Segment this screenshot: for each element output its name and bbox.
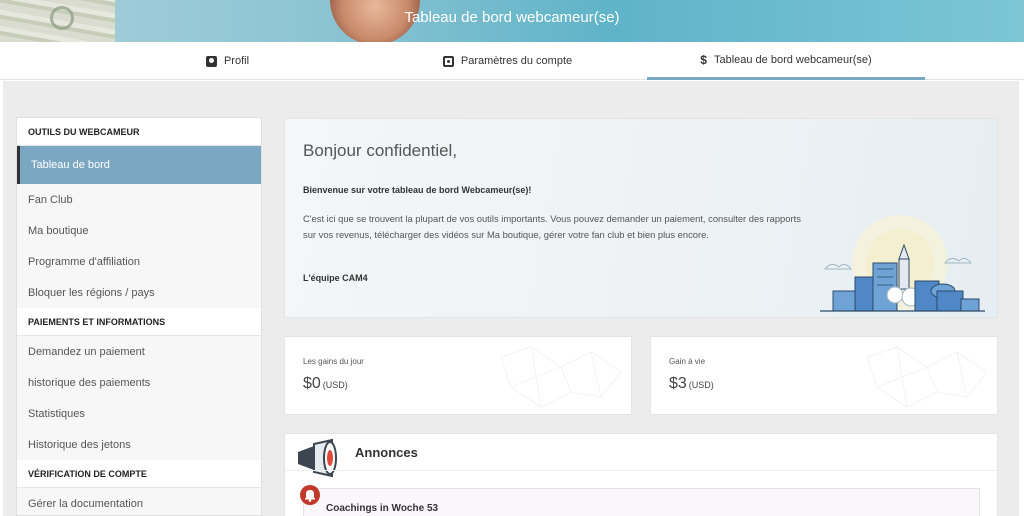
megaphone-icon (298, 438, 337, 478)
announcement-item[interactable]: Coachings in Woche 53 (303, 488, 980, 516)
lifetime-earnings-label: Gain à vie (669, 357, 706, 366)
sidebar-item-documentation[interactable]: Gérer la documentation (17, 488, 261, 516)
welcome-body: C'est ici que se trouvent la plupart de … (303, 213, 801, 240)
tab-profile[interactable]: Profil (110, 42, 345, 80)
announcements-panel: Annonces Coachings in Woche 53 (284, 433, 998, 516)
sidebar-heading-payments: PAIEMENTS ET INFORMATIONS (17, 308, 261, 336)
bell-icon (300, 485, 320, 505)
sidebar-item-fan-club[interactable]: Fan Club (17, 184, 261, 215)
daily-earnings-card: Les gains du jour $0 (USD) (284, 336, 632, 415)
dollar-icon: $ (700, 52, 707, 67)
sidebar-item-block-regions[interactable]: Bloquer les régions / pays (17, 277, 261, 308)
sidebar-item-shop[interactable]: Ma boutique (17, 215, 261, 246)
sidebar-item-affiliate[interactable]: Programme d'affiliation (17, 246, 261, 277)
sidebar-item-token-history[interactable]: Historique des jetons (17, 429, 261, 460)
sidebar-item-payment-history[interactable]: historique des paiements (17, 367, 261, 398)
tab-account-settings[interactable]: Paramètres du compte (390, 42, 625, 80)
sidebar-heading-tools: OUTILS DU WEBCAMEUR (17, 118, 261, 146)
sidebar-item-dashboard[interactable]: Tableau de bord (17, 146, 261, 184)
city-illustration (820, 215, 985, 312)
tab-account-settings-label: Paramètres du compte (460, 55, 573, 67)
sidebar-item-statistics[interactable]: Statistiques (17, 398, 261, 429)
tab-dashboard[interactable]: $ Tableau de bord webcameur(se) (647, 42, 925, 80)
greeting: Bonjour confidentiel, (303, 141, 458, 160)
announcements-title: Annonces (355, 445, 418, 460)
sidebar-heading-verification: VÉRIFICATION DE COMPTE (17, 460, 261, 488)
daily-earnings-value: $0 (USD) (303, 375, 348, 392)
tab-bar: Profil Paramètres du compte $ Tableau de… (0, 42, 1024, 80)
tab-dashboard-label: Tableau de bord webcameur(se) (713, 53, 872, 66)
sidebar: OUTILS DU WEBCAMEUR Tableau de bord Fan … (16, 117, 262, 516)
profile-icon (205, 55, 217, 67)
page-title: Tableau de bord webcameur(se) (404, 9, 620, 26)
divider (285, 470, 997, 471)
lifetime-earnings-card: Gain à vie $3 (USD) (650, 336, 998, 415)
sidebar-item-request-payment[interactable]: Demandez un paiement (17, 336, 261, 367)
announcement-title: Coachings in Woche 53 (326, 503, 439, 514)
network-pattern-decoration (866, 346, 988, 408)
welcome-subtitle: Bienvenue sur votre tableau de bord Webc… (303, 185, 532, 195)
settings-icon (442, 55, 454, 67)
tab-profile-label: Profil (223, 55, 250, 67)
header-banner: Tableau de bord webcameur(se) (0, 0, 1024, 42)
lifetime-earnings-value: $3 (USD) (669, 375, 714, 392)
daily-earnings-label: Les gains du jour (303, 357, 364, 366)
network-pattern-decoration (500, 346, 622, 408)
welcome-signature: L'équipe CAM4 (303, 273, 368, 283)
welcome-card: Bonjour confidentiel, Bienvenue sur votr… (284, 118, 998, 318)
